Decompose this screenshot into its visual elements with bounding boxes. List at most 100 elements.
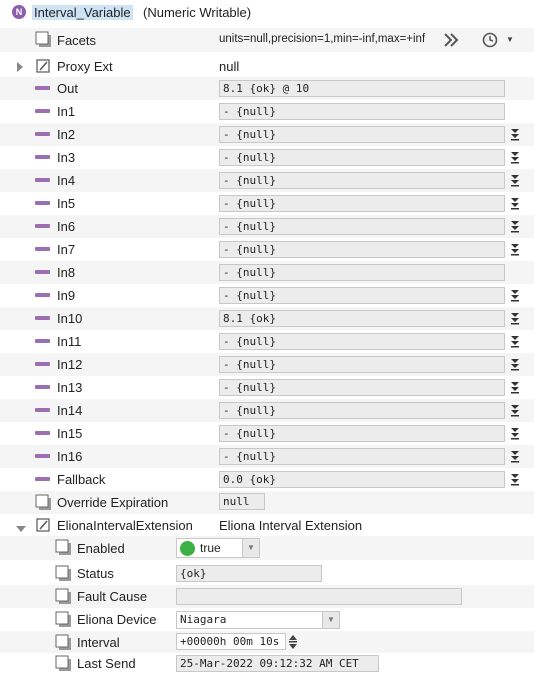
slot-action-dropdown-icon[interactable] <box>510 472 522 486</box>
proxy-ext-value: null <box>219 59 240 74</box>
slot-label: In1 <box>57 104 76 119</box>
property-sheet-icon <box>35 31 52 51</box>
slot-action-dropdown-icon[interactable] <box>510 127 522 141</box>
interval-stepper-icon[interactable] <box>288 634 298 653</box>
last-send-field: 25-Mar-2022 09:12:32 AM CET <box>176 655 379 672</box>
slot-action-dropdown-icon[interactable] <box>510 242 522 256</box>
enabled-label: Enabled <box>77 541 125 556</box>
slot-label: In12 <box>57 357 83 372</box>
slot-label: In16 <box>57 449 83 464</box>
enabled-value: true <box>200 541 221 555</box>
slot-action-dropdown-icon[interactable] <box>510 311 522 325</box>
slot-value-field: - {null} <box>219 356 505 373</box>
fault-cause-field <box>176 588 462 605</box>
slot-action-dropdown-icon[interactable] <box>510 150 522 164</box>
property-sheet-icon <box>35 494 52 514</box>
eliona-device-select[interactable]: Niagara ▼ <box>176 611 340 629</box>
slot-action-dropdown-icon[interactable] <box>510 196 522 210</box>
slot-dash-icon <box>35 385 50 389</box>
chevron-down-icon[interactable]: ▼ <box>242 539 259 557</box>
slot-row: In3 - {null} <box>0 146 534 169</box>
slot-action-dropdown-icon[interactable] <box>510 219 522 233</box>
interval-label: Interval <box>77 635 120 650</box>
slot-label: In9 <box>57 288 76 303</box>
numeric-writable-badge-icon: N <box>12 5 26 19</box>
collapse-arrow-icon[interactable] <box>16 521 26 536</box>
slot-action-dropdown-icon[interactable] <box>510 426 522 440</box>
slot-label: In7 <box>57 242 76 257</box>
slot-dash-icon <box>35 109 50 113</box>
slot-row: Fallback 0.0 {ok} <box>0 468 534 491</box>
history-clock-icon[interactable] <box>481 31 499 52</box>
slot-value-field: - {null} <box>219 126 505 143</box>
property-sheet-icon <box>55 588 72 608</box>
slot-value-field: - {null} <box>219 402 505 419</box>
property-sheet-icon <box>55 634 72 654</box>
slot-row: In5 - {null} <box>0 192 534 215</box>
slot-row: In2 - {null} <box>0 123 534 146</box>
extension-row: ElionaIntervalExtension Eliona Interval … <box>0 514 534 536</box>
enabled-select[interactable]: true ▼ <box>176 538 260 558</box>
slot-dash-icon <box>35 247 50 251</box>
facets-row: Facets units=null,precision=1,min=-inf,m… <box>0 28 534 52</box>
slot-label: In4 <box>57 173 76 188</box>
slot-action-dropdown-icon[interactable] <box>510 449 522 463</box>
slot-action-dropdown-icon[interactable] <box>510 288 522 302</box>
property-sheet-icon <box>55 655 72 675</box>
slot-dash-icon <box>35 224 50 228</box>
slot-row: In13 - {null} <box>0 376 534 399</box>
slot-value-field: - {null} <box>219 264 505 281</box>
slot-dash-icon <box>35 408 50 412</box>
facets-value: units=null,precision=1,min=-inf,max=+inf <box>219 33 426 45</box>
slot-dash-icon <box>35 201 50 205</box>
slot-row: In12 - {null} <box>0 353 534 376</box>
slot-value-field: - {null} <box>219 172 505 189</box>
slot-dash-icon <box>35 270 50 274</box>
slot-row: In16 - {null} <box>0 445 534 468</box>
status-label: Status <box>77 566 114 581</box>
slot-action-dropdown-icon[interactable] <box>510 334 522 348</box>
slot-dash-icon <box>35 362 50 366</box>
extension-value: Eliona Interval Extension <box>219 518 363 533</box>
slot-value-field: 8.1 {ok} <box>219 310 505 327</box>
last-send-row: Last Send 25-Mar-2022 09:12:32 AM CET <box>0 653 534 675</box>
slot-row: In14 - {null} <box>0 399 534 422</box>
facets-edit-chevrons-icon[interactable] <box>442 31 460 52</box>
fault-cause-label: Fault Cause <box>77 589 148 604</box>
component-name: Interval_Variable <box>32 5 133 20</box>
slot-action-dropdown-icon[interactable] <box>510 403 522 417</box>
slot-value-field: - {null} <box>219 195 505 212</box>
slot-action-dropdown-icon[interactable] <box>510 357 522 371</box>
status-field: {ok} <box>176 565 322 582</box>
proxy-ext-row: Proxy Ext null <box>0 55 534 77</box>
slot-row: In1 - {null} <box>0 100 534 123</box>
slot-label: In6 <box>57 219 76 234</box>
status-row: Status {ok} <box>0 562 534 585</box>
interval-row: Interval +00000h 00m 10s <box>0 631 534 653</box>
chevron-down-icon[interactable]: ▼ <box>322 612 339 628</box>
slot-value-field: - {null} <box>219 218 505 235</box>
slot-dash-icon <box>35 316 50 320</box>
slot-row: In9 - {null} <box>0 284 534 307</box>
override-expiration-row: Override Expiration null <box>0 491 534 514</box>
slot-action-dropdown-icon[interactable] <box>510 173 522 187</box>
eliona-device-label: Eliona Device <box>77 612 157 627</box>
expand-arrow-icon[interactable] <box>16 60 24 75</box>
override-expiration-label: Override Expiration <box>57 495 169 510</box>
extension-label: ElionaIntervalExtension <box>57 518 193 533</box>
slot-row: In15 - {null} <box>0 422 534 445</box>
slot-label: Fallback <box>57 472 106 487</box>
interval-field[interactable]: +00000h 00m 10s <box>176 633 286 650</box>
slot-row: In8 - {null} <box>0 261 534 284</box>
history-dropdown-arrow-icon[interactable]: ▼ <box>506 35 514 44</box>
facets-label: Facets <box>57 33 97 48</box>
property-sheet-icon <box>55 611 72 631</box>
slot-label: In2 <box>57 127 76 142</box>
slot-row: Out 8.1 {ok} @ 10 <box>0 77 534 100</box>
slot-dash-icon <box>35 132 50 136</box>
slot-label: In14 <box>57 403 83 418</box>
slot-action-dropdown-icon[interactable] <box>510 380 522 394</box>
slot-value-field: - {null} <box>219 241 505 258</box>
slot-dash-icon <box>35 86 50 90</box>
slot-dash-icon <box>35 178 50 182</box>
